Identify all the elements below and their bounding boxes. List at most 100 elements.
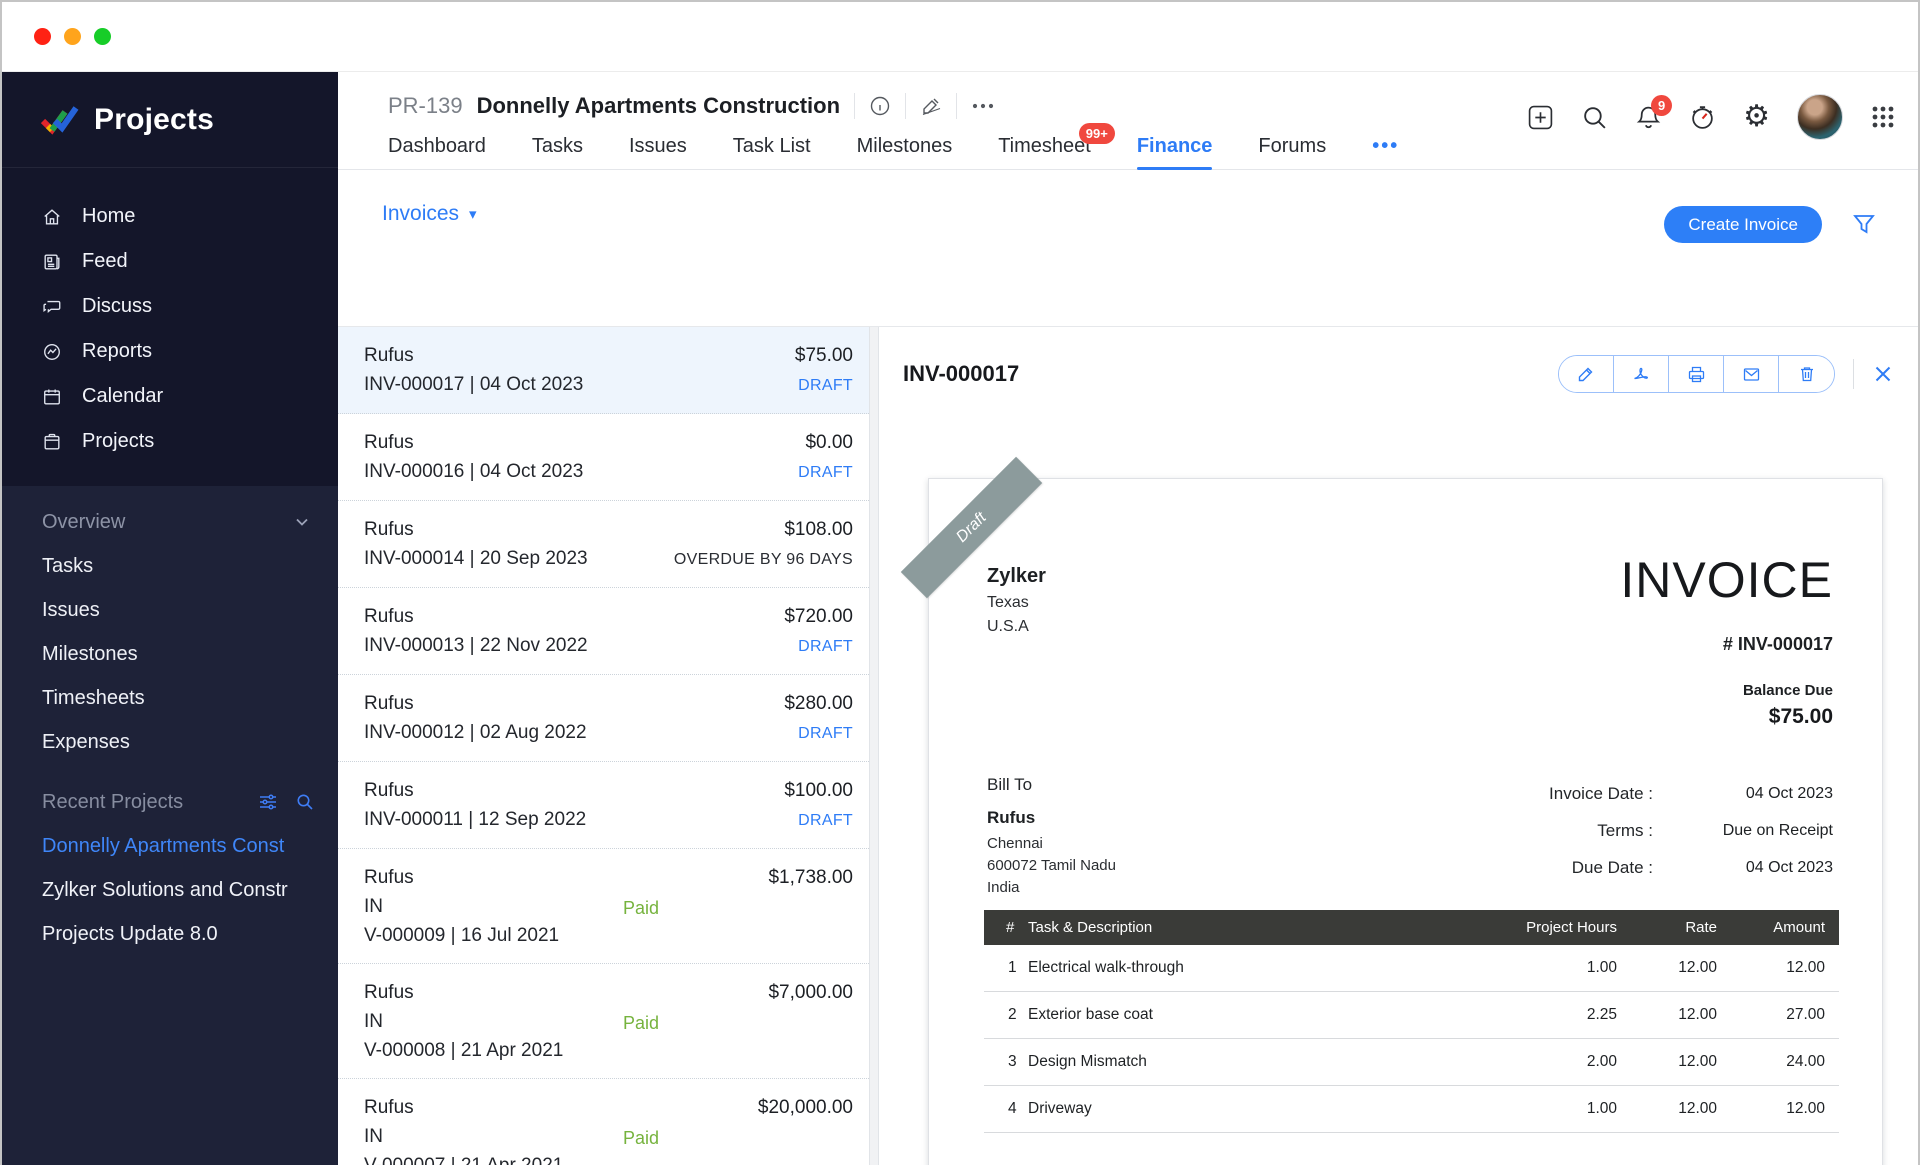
sidebar-item-tasks[interactable]: Tasks xyxy=(2,544,338,588)
sidebar-item-projects[interactable]: Projects xyxy=(2,419,338,464)
sidebar-section-overview[interactable]: Overview xyxy=(2,500,338,544)
sidebar-item-label: Home xyxy=(82,205,136,227)
recent-project-donnelly[interactable]: Donnelly Apartments Const xyxy=(2,824,338,868)
invoice-number-date: V-000009 | 16 Jul 2021 xyxy=(364,925,560,946)
invoices-view-dropdown[interactable]: Invoices ▾ xyxy=(382,202,477,226)
tab-dashboard[interactable]: Dashboard xyxy=(388,135,486,170)
delete-invoice-button[interactable] xyxy=(1779,356,1834,392)
sidebar-item-issues[interactable]: Issues xyxy=(2,588,338,632)
tab-issues[interactable]: Issues xyxy=(629,135,687,170)
invoice-number-date: INV-000016 | 04 Oct 2023 xyxy=(364,461,584,482)
invoice-status: Paid xyxy=(623,1013,660,1033)
sidebar-item-feed[interactable]: Feed xyxy=(2,239,338,284)
overview-label: Overview xyxy=(42,510,126,533)
sidebar-item-home[interactable]: Home xyxy=(2,194,338,239)
panel-divider[interactable] xyxy=(869,327,879,1165)
tab-milestones[interactable]: Milestones xyxy=(857,135,953,170)
overview-item-label: Timesheets xyxy=(42,686,145,709)
printer-icon xyxy=(1688,366,1704,382)
tab-tasks[interactable]: Tasks xyxy=(532,135,583,170)
export-pdf-button[interactable] xyxy=(1614,356,1669,392)
balance-due-value: $75.00 xyxy=(1768,705,1833,728)
settings-gear-icon[interactable]: ⚙ xyxy=(1743,102,1770,132)
bill-to-label: Bill To xyxy=(987,775,1033,794)
invoice-list-item[interactable]: Rufus $108.00 INV-000014 | 20 Sep 2023 OVE… xyxy=(338,501,869,588)
invoice-line-items-table: # Task & Description Project Hours Rate … xyxy=(984,910,1839,1133)
create-invoice-button[interactable]: Create Invoice xyxy=(1664,206,1822,243)
tabs-overflow-icon[interactable]: ••• xyxy=(1372,135,1399,170)
invoice-date-label: Invoice Date : xyxy=(1549,784,1653,803)
timer-icon[interactable] xyxy=(1689,104,1716,131)
edit-invoice-button[interactable] xyxy=(1559,356,1614,392)
print-invoice-button[interactable] xyxy=(1669,356,1724,392)
recent-project-zylker[interactable]: Zylker Solutions and Constr xyxy=(2,868,338,912)
invoice-list-item[interactable]: Rufus $20,000.00 IN V-000007 | 21 Apr 202… xyxy=(338,1079,869,1165)
invoice-amount: $1,738.00 xyxy=(768,867,853,888)
invoice-list-item[interactable]: Rufus $720.00 INV-000013 | 22 Nov 2022 DRA… xyxy=(338,588,869,675)
sidebar-item-discuss[interactable]: Discuss xyxy=(2,284,338,329)
app-logo-text: Projects xyxy=(94,102,214,136)
sidebar-item-reports[interactable]: Reports xyxy=(2,329,338,374)
invoice-list-item[interactable]: Rufus $0.00 INV-000016 | 04 Oct 2023 DRAFT xyxy=(338,414,869,501)
col-header-amount: Amount xyxy=(1717,910,1839,945)
invoice-customer: Rufus xyxy=(364,1097,414,1118)
invoice-amount: $280.00 xyxy=(784,693,853,714)
timesheet-count-badge: 99+ xyxy=(1078,123,1115,144)
edit-project-icon[interactable] xyxy=(920,95,942,117)
zoom-window-button[interactable] xyxy=(94,28,111,45)
user-avatar[interactable] xyxy=(1797,94,1843,140)
invoice-list: Rufus $75.00 INV-000017 | 04 Oct 2023 DRAF… xyxy=(338,327,869,1165)
tab-task-list[interactable]: Task List xyxy=(733,135,811,170)
sidebar-item-calendar[interactable]: Calendar xyxy=(2,374,338,419)
invoice-list-item[interactable]: Rufus $75.00 INV-000017 | 04 Oct 2023 DRAF… xyxy=(338,327,869,414)
tab-timesheet[interactable]: Timesheet 99+ xyxy=(998,123,1115,170)
invoice-number-date: V-000007 | 21 Apr 2021 xyxy=(364,1155,563,1165)
table-row: 2 Exterior base coat 2.25 12.00 27.00 xyxy=(984,991,1839,1039)
more-options-icon[interactable] xyxy=(971,102,995,110)
finance-toolbar: Invoices ▾ Create Invoice xyxy=(338,170,1918,326)
email-invoice-button[interactable] xyxy=(1724,356,1779,392)
table-row: 1 Electrical walk-through 1.00 12.00 12.… xyxy=(984,945,1839,992)
search-projects-icon[interactable] xyxy=(296,793,314,811)
tab-forums[interactable]: Forums xyxy=(1258,135,1326,170)
invoice-amount: $75.00 xyxy=(794,345,853,366)
invoice-customer: Rufus xyxy=(364,867,414,888)
invoice-doc-number: # INV-000017 xyxy=(1722,634,1833,654)
info-icon[interactable] xyxy=(869,95,891,117)
overview-item-label: Issues xyxy=(42,598,100,621)
tab-finance[interactable]: Finance xyxy=(1136,135,1212,170)
invoice-amount: $20,000.00 xyxy=(757,1097,853,1118)
company-state: Texas xyxy=(987,594,1029,611)
search-icon[interactable] xyxy=(1581,104,1608,131)
divider xyxy=(854,93,856,119)
sort-options-icon[interactable] xyxy=(258,792,278,812)
close-window-button[interactable] xyxy=(34,28,51,45)
col-header-index: # xyxy=(984,910,1028,945)
invoice-amount: $7,000.00 xyxy=(768,982,853,1003)
close-detail-icon[interactable] xyxy=(1872,363,1894,385)
invoice-status: Paid xyxy=(623,1128,660,1148)
notifications-icon[interactable]: 9 xyxy=(1635,94,1673,131)
app-logo[interactable]: Projects xyxy=(2,72,338,168)
sidebar-item-milestones[interactable]: Milestones xyxy=(2,632,338,676)
company-country: U.S.A xyxy=(987,618,1029,635)
recent-project-update8[interactable]: Projects Update 8.0 xyxy=(2,912,338,956)
invoice-number-date: INV-000017 | 04 Oct 2023 xyxy=(364,374,584,395)
invoice-amount: $720.00 xyxy=(784,606,853,627)
sidebar-item-expenses[interactable]: Expenses xyxy=(2,720,338,764)
dropdown-caret-icon: ▾ xyxy=(469,206,477,223)
apps-grid-icon[interactable] xyxy=(1870,104,1896,130)
notification-count-badge: 9 xyxy=(1651,94,1673,116)
add-new-icon[interactable] xyxy=(1527,104,1554,131)
sidebar-item-timesheets[interactable]: Timesheets xyxy=(2,676,338,720)
minimize-window-button[interactable] xyxy=(64,28,81,45)
col-header-rate: Rate xyxy=(1617,910,1717,945)
invoice-status: OVERDUE BY 96 DAYS xyxy=(673,551,853,568)
invoice-list-item[interactable]: Rufus $1,738.00 IN V-000009 | 16 Jul 2021… xyxy=(338,849,869,964)
invoice-detail-panel: INV-000017 Draft Zylker Texas U.S.A INVO… xyxy=(879,327,1918,1165)
divider xyxy=(905,93,907,119)
filter-funnel-icon[interactable] xyxy=(1852,212,1876,241)
invoice-list-item[interactable]: Rufus $280.00 INV-000012 | 02 Aug 2022 DRA… xyxy=(338,675,869,762)
invoice-list-item[interactable]: Rufus $7,000.00 IN V-000008 | 21 Apr 2021… xyxy=(338,964,869,1079)
invoice-list-item[interactable]: Rufus $100.00 INV-000011 | 12 Sep 2022 DRA… xyxy=(338,762,869,849)
